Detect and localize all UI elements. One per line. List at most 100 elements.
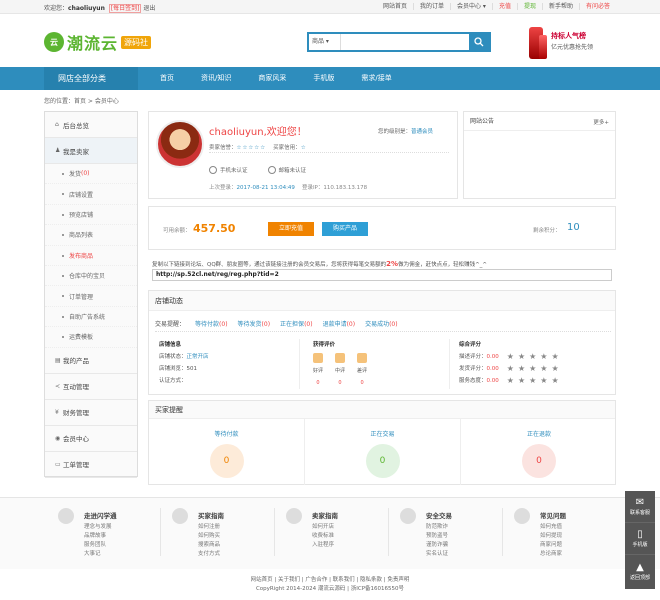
top-link-recharge[interactable]: 充值 xyxy=(491,3,517,10)
footer-link[interactable]: 服务团队 xyxy=(84,540,106,548)
nav-item-merchants[interactable]: 商家风采 xyxy=(258,67,286,90)
bad-review[interactable]: 差评 0 xyxy=(357,353,367,389)
overall-score-title: 综合评分 xyxy=(459,342,482,348)
sidebar-sub-ads[interactable]: 自助广告系统 xyxy=(45,307,137,328)
tab-awaiting-payment[interactable]: 等待付款(0) xyxy=(195,319,228,328)
search-input[interactable] xyxy=(341,34,469,50)
sidebar-sub-product-list[interactable]: 商品列表 xyxy=(45,225,137,246)
main-nav: 网店全部分类 首页 资讯/知识 商家风采 手机版 需求/接单 xyxy=(0,67,660,90)
sidebar-sub-ship[interactable]: 发货 (0) xyxy=(45,164,137,185)
footer-link[interactable]: 搜索商品 xyxy=(198,540,220,548)
sidebar-sub-shop-settings[interactable]: 店铺设置 xyxy=(45,184,137,205)
ship-score: 发货评分： 0.00 ★★★★★ xyxy=(459,363,563,375)
ad-bottle-image-2 xyxy=(539,35,547,59)
email-auth[interactable]: 邮箱未认证 xyxy=(267,166,306,174)
nav-item-home[interactable]: 首页 xyxy=(160,67,174,90)
top-link-withdraw[interactable]: 提现 xyxy=(516,3,542,10)
phone-auth[interactable]: 手机未认证 xyxy=(209,166,248,174)
sidebar-sub-shipping-template[interactable]: 运费模板 xyxy=(45,327,137,348)
site-logo[interactable]: 云 潮流云 源码社 xyxy=(44,28,162,56)
sidebar-item-label: 互动管理 xyxy=(63,383,89,392)
buyer-cell-count: 0 xyxy=(209,444,244,478)
good-count: 0 xyxy=(316,380,320,386)
tab-completed[interactable]: 交易成功(0) xyxy=(365,319,398,328)
footer-link[interactable]: 如何充值 xyxy=(540,522,562,530)
footer-link[interactable]: 谨防诈骗 xyxy=(426,540,448,548)
sidebar-sub-publish[interactable]: 发布商品 xyxy=(45,246,137,266)
sidebar-sub-orders[interactable]: 订单管理 xyxy=(45,286,137,307)
sidebar-item-label: 会员中心 xyxy=(63,435,89,444)
footer-link[interactable]: 如何开店 xyxy=(312,522,334,530)
tab-escrow[interactable]: 正在担保(0) xyxy=(280,319,313,328)
footer-nav-links[interactable]: 网站首页 | 关于我们 | 广告合作 | 联系我们 | 隐私条款 | 免责声明 xyxy=(0,576,660,585)
logout-link[interactable]: 退出 xyxy=(143,5,155,12)
avatar[interactable] xyxy=(156,120,204,168)
footer-link[interactable]: 收费标准 xyxy=(312,531,334,539)
buyer-awaiting-payment[interactable]: 等待付款 0 xyxy=(149,419,305,485)
good-review[interactable]: 好评 0 xyxy=(313,353,323,389)
sidebar-item-products[interactable]: ▤ 我的产品 xyxy=(45,348,137,374)
footer-link[interactable]: 如何提现 xyxy=(540,531,562,539)
all-categories-button[interactable]: 网店全部分类 xyxy=(44,67,138,90)
top-link-help[interactable]: 新手帮助 xyxy=(541,3,579,10)
footer-link[interactable]: 理念与发展 xyxy=(84,522,112,530)
recharge-button[interactable]: 立即充值 xyxy=(268,222,314,236)
sidebar-sub-preview-shop[interactable]: 预览店铺 xyxy=(45,205,137,226)
nav-item-demand[interactable]: 需求/接单 xyxy=(361,67,391,90)
nav-item-news[interactable]: 资讯/知识 xyxy=(201,67,231,90)
overall-score: 综合评分 描述评分： 0.00 ★★★★★ 发货评分： 0.00 ★★★★★ 服务态度：… xyxy=(459,339,563,387)
footer-link[interactable]: 总论商家 xyxy=(540,549,562,557)
tab-awaiting-shipment[interactable]: 等待发货(0) xyxy=(238,319,271,328)
footer-link[interactable]: 入驻程序 xyxy=(312,540,334,548)
mobile-version-button[interactable]: ▯ 手机版 xyxy=(625,523,655,555)
footer-link[interactable]: 如何注册 xyxy=(198,522,220,530)
promo-url-field[interactable]: http://sp.52cl.net/reg/reg.php?tid=2 xyxy=(152,269,612,281)
tab-refund[interactable]: 退款申请(0) xyxy=(323,319,356,328)
footer-link[interactable]: 防范欺诈 xyxy=(426,522,448,530)
sidebar-item-member[interactable]: ◉ 会员中心 xyxy=(45,426,137,452)
footer-link[interactable]: 实名认证 xyxy=(426,549,448,557)
top-link-member[interactable]: 会员中心 ▾ xyxy=(450,3,492,10)
back-to-top-button[interactable]: ▲ 返回顶部 xyxy=(625,555,655,587)
sidebar-sub-label: 运费模板 xyxy=(69,334,94,342)
top-link-orders[interactable]: 我的订单 xyxy=(413,3,450,10)
neutral-review[interactable]: 中评 0 xyxy=(335,353,345,389)
buyer-in-trade[interactable]: 正在交易 0 xyxy=(305,419,461,485)
sidebar-item-overview[interactable]: ⌂ 后台总览 xyxy=(45,112,137,138)
notice-more-link[interactable]: 更多+ xyxy=(593,118,609,126)
bad-label: 差评 xyxy=(357,368,368,374)
footer-link[interactable]: 大事记 xyxy=(84,549,101,557)
sidebar-item-label: 我的产品 xyxy=(63,357,89,366)
sidebar-item-finance[interactable]: ¥ 财务管理 xyxy=(45,400,137,426)
header-ad[interactable]: 持标人气榜 亿元优惠抢先领 xyxy=(529,23,615,63)
sidebar-sub-label: 订单管理 xyxy=(69,293,94,301)
last-login: 上次登录：2017-08-21 13:04:49 登录IP：110.183.13… xyxy=(209,183,367,191)
top-link-home[interactable]: 网站首页 xyxy=(377,3,413,10)
sidebar-item-seller[interactable]: ♟ 我是卖家 xyxy=(45,138,137,164)
sign-in-link[interactable]: [每日签到] xyxy=(108,4,142,13)
sidebar-sub-label: 仓库中的宝贝 xyxy=(69,273,106,281)
buyer-cell-label: 等待付款 xyxy=(214,431,239,438)
site-notice-card: 网站公告 更多+ xyxy=(463,111,616,199)
user-level-value: 普通会员 xyxy=(410,129,433,135)
username: chaoliuyun xyxy=(68,5,105,12)
sidebar-item-tickets[interactable]: ▭ 工单管理 xyxy=(45,452,137,478)
sidebar-item-interaction[interactable]: ≺ 互动管理 xyxy=(45,374,137,400)
contact-service-button[interactable]: ✉ 联系客服 xyxy=(625,491,655,523)
last-login-label: 上次登录： xyxy=(209,185,237,191)
buyer-cell-label: 正在交易 xyxy=(370,431,395,438)
buyer-refunding[interactable]: 正在退款 0 xyxy=(461,419,617,485)
buy-product-button[interactable]: 购买产品 xyxy=(322,222,368,236)
footer-link[interactable]: 预防盗号 xyxy=(426,531,448,539)
footer-link[interactable]: 品牌故事 xyxy=(84,531,106,539)
nav-item-mobile[interactable]: 手机版 xyxy=(313,67,334,90)
shop-cert-label: 认证方式： xyxy=(159,378,187,384)
footer-link[interactable]: 支付方式 xyxy=(198,549,220,557)
floatbar-label: 联系客服 xyxy=(629,510,650,516)
footer-link[interactable]: 如何购买 xyxy=(198,531,220,539)
search-button[interactable] xyxy=(469,34,489,50)
footer-link[interactable]: 商家问题 xyxy=(540,540,562,548)
top-link-qa[interactable]: 有问必答 xyxy=(578,3,616,10)
sidebar-sub-warehouse[interactable]: 仓库中的宝贝 xyxy=(45,266,137,287)
search-type-select[interactable]: 商品 ▾ xyxy=(309,34,341,50)
